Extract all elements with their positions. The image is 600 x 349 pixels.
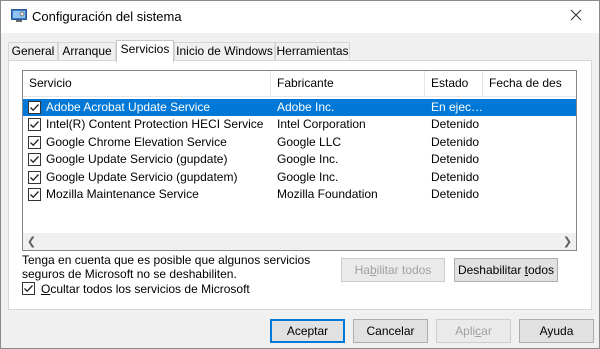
tab-general[interactable]: General [8,42,58,61]
apply-button[interactable]: Aplicar [436,319,511,343]
enable-all-button[interactable]: Habilitar todos [341,258,445,282]
service-checkbox[interactable] [28,135,41,149]
system-config-window: Configuración del sistema General Arranq… [0,0,600,349]
help-button[interactable]: Ayuda [519,319,594,343]
service-status: Detenido [431,169,480,184]
table-row[interactable]: Intel(R) Content Protection HECI Service… [23,116,576,133]
close-icon [570,8,582,26]
service-checkbox[interactable] [28,101,41,114]
service-status: Detenido [431,134,480,149]
service-vendor: Google Inc. [277,152,339,167]
check-icon [30,173,39,181]
checkbox[interactable] [22,282,35,295]
list-header: Servicio Fabricante Estado Fecha de des [23,71,576,97]
microsoft-services-note: Tenga en cuenta que es posible que algun… [22,253,312,281]
column-label: Fecha de des [489,76,562,90]
service-checkbox[interactable] [28,118,41,132]
note-line: Tenga en cuenta que es posible que algun… [22,253,311,267]
service-name: Adobe Acrobat Update Service [46,100,211,114]
services-panel: Servicio Fabricante Estado Fecha de des … [8,60,592,310]
column-header-fecha[interactable]: Fecha de des [483,71,576,97]
tab-label: Arranque [62,44,112,58]
service-status: Detenido [431,117,480,132]
button-label: Ayuda [539,324,574,338]
service-status: Detenido [431,187,480,201]
tab-arranque[interactable]: Arranque [58,42,116,61]
tab-label: Servicios [120,42,170,56]
tab-label: Herramientas [276,44,349,58]
hide-microsoft-label: Ocultar todos los servicios de Microsoft [41,281,250,297]
button-label: ar [481,324,492,338]
ok-button[interactable]: Aceptar [270,319,345,343]
service-name: Google Chrome Elevation Service [46,134,227,149]
tab-herramientas[interactable]: Herramientas [275,42,350,61]
scroll-left-icon[interactable]: ❮ [23,233,40,250]
button-label: odos [528,263,555,277]
table-row[interactable]: Google Update Servicio (gupdatem) Google … [23,169,576,186]
title-bar: Configuración del sistema [1,1,599,33]
service-checkbox[interactable] [28,188,41,201]
service-vendor: Google Inc. [277,169,339,184]
check-icon [30,156,39,164]
services-list[interactable]: Servicio Fabricante Estado Fecha de des … [22,70,577,251]
column-header-servicio[interactable]: Servicio [23,71,271,97]
service-name: Mozilla Maintenance Service [46,187,199,201]
cancel-button[interactable]: Cancelar [353,319,428,343]
service-vendor: Mozilla Foundation [277,187,378,201]
service-name: Google Update Servicio (gupdate) [46,152,228,167]
service-vendor: Intel Corporation [277,117,366,132]
label-text: cultar todos los servicios de Microsoft [50,282,250,296]
tab-inicio-windows[interactable]: Inicio de Windows [174,42,275,61]
column-label: Servicio [29,76,72,90]
window-title: Configuración del sistema [32,9,182,24]
button-label: Cancelar [366,324,415,338]
service-checkbox[interactable] [28,170,41,184]
service-vendor: Adobe Inc. [277,100,335,114]
button-label: Deshabilitar [457,263,525,277]
service-checkbox[interactable] [28,153,41,167]
service-status: En ejec… [431,100,483,114]
scroll-right-icon[interactable]: ❯ [559,233,576,250]
column-header-estado[interactable]: Estado [425,71,483,97]
check-icon [30,104,39,112]
check-icon [30,138,39,146]
service-status: Detenido [431,152,480,167]
tab-servicios[interactable]: Servicios [116,40,174,62]
button-label: ilitar todos [376,263,432,277]
service-vendor: Google LLC [277,134,342,149]
tab-label: Inicio de Windows [176,44,273,58]
button-accel: b [369,263,377,277]
table-row[interactable]: Mozilla Maintenance Service Mozilla Found… [23,186,576,203]
button-label: Aceptar [286,324,329,338]
close-button[interactable] [553,1,599,33]
msconfig-icon [11,9,27,23]
button-label: Apli [455,324,476,338]
table-row[interactable]: Google Chrome Elevation Service Google LL… [23,134,576,151]
table-row[interactable]: Adobe Acrobat Update Service Adobe Inc. En… [23,99,576,116]
column-label: Fabricante [277,76,334,90]
column-header-fabricante[interactable]: Fabricante [271,71,425,97]
horizontal-scrollbar[interactable]: ❮ ❯ [23,233,576,250]
service-name: Intel(R) Content Protection HECI Service [46,117,264,132]
service-name: Google Update Servicio (gupdatem) [46,169,238,184]
column-label: Estado [431,76,469,90]
check-icon [30,191,39,199]
table-row[interactable]: Google Update Servicio (gupdate) Google I… [23,151,576,168]
note-line: seguros de Microsoft no se deshabiliten. [22,267,237,281]
button-label: Ha [354,263,370,277]
check-icon [24,285,33,293]
check-icon [30,121,39,129]
disable-all-button[interactable]: Deshabilitar todos [454,258,558,282]
tab-label: General [11,44,55,58]
label-accel: O [41,282,51,296]
